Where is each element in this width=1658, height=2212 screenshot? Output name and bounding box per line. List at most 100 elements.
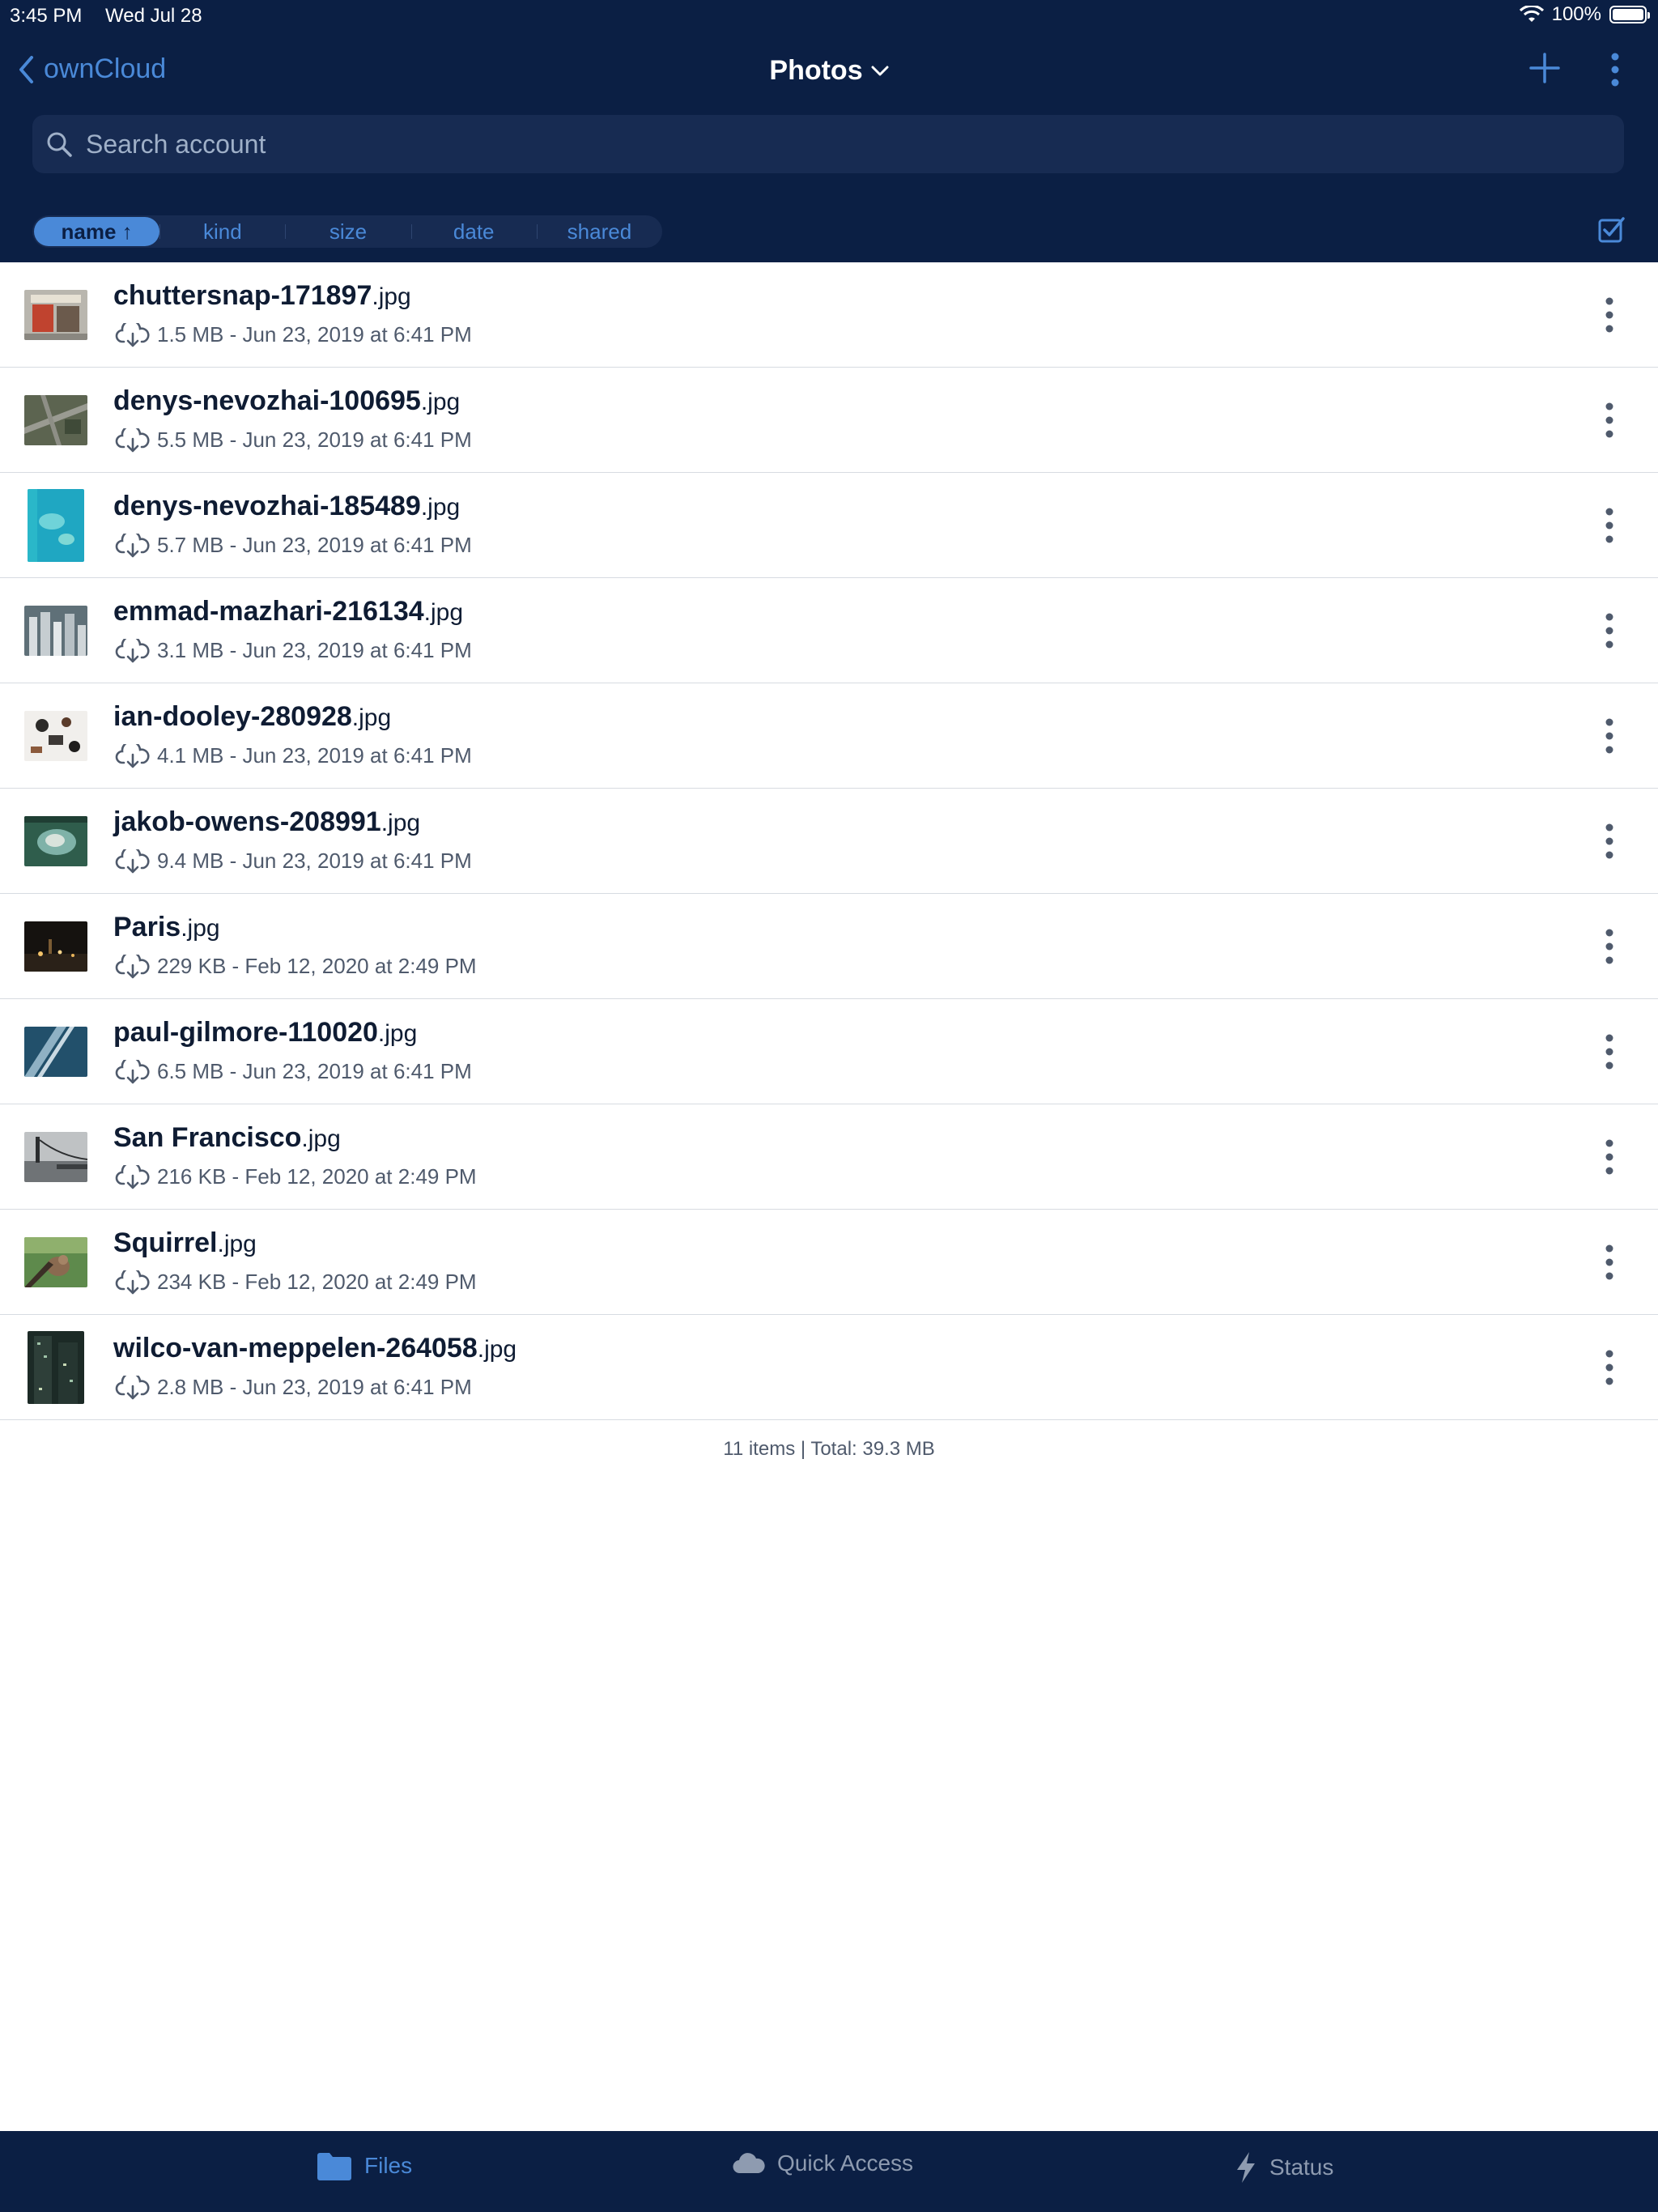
file-meta: 229 KB - Feb 12, 2020 at 2:49 PM xyxy=(115,954,477,979)
file-meta: 2.8 MB - Jun 23, 2019 at 6:41 PM xyxy=(115,1375,472,1400)
file-row[interactable]: denys-nevozhai-100695.jpg 5.5 MB - Jun 2… xyxy=(0,368,1658,473)
add-button[interactable] xyxy=(1528,52,1561,84)
file-name: Paris.jpg xyxy=(113,912,220,942)
thumbnail-image xyxy=(24,816,87,866)
row-more-button[interactable] xyxy=(1595,716,1624,756)
file-details: 2.8 MB - Jun 23, 2019 at 6:41 PM xyxy=(157,1375,472,1399)
file-name: chuttersnap-171897.jpg xyxy=(113,280,411,311)
file-meta: 5.5 MB - Jun 23, 2019 at 6:41 PM xyxy=(115,428,472,453)
file-meta: 6.5 MB - Jun 23, 2019 at 6:41 PM xyxy=(115,1059,472,1084)
cloud-download-icon xyxy=(115,533,150,557)
status-bar: 3:45 PM Wed Jul 28 100% xyxy=(0,0,1658,32)
file-details: 6.5 MB - Jun 23, 2019 at 6:41 PM xyxy=(157,1059,472,1083)
status-date: Wed Jul 28 xyxy=(105,5,202,27)
search-icon xyxy=(47,132,72,157)
row-more-button[interactable] xyxy=(1595,610,1624,651)
search-bar[interactable] xyxy=(32,115,1624,173)
file-row[interactable]: paul-gilmore-110020.jpg 6.5 MB - Jun 23,… xyxy=(0,999,1658,1104)
tab-files[interactable]: Files xyxy=(316,2150,412,2181)
row-more-button[interactable] xyxy=(1595,295,1624,335)
file-details: 5.7 MB - Jun 23, 2019 at 6:41 PM xyxy=(157,533,472,557)
cloud-download-icon xyxy=(115,322,150,347)
file-details: 5.5 MB - Jun 23, 2019 at 6:41 PM xyxy=(157,428,472,452)
thumbnail-image xyxy=(24,711,87,761)
battery-level xyxy=(1613,9,1643,20)
page-title: Photos xyxy=(769,55,863,86)
sort-by-size[interactable]: size xyxy=(285,217,410,246)
cloud-download-icon xyxy=(115,428,150,452)
file-row[interactable]: denys-nevozhai-185489.jpg 5.7 MB - Jun 2… xyxy=(0,473,1658,578)
row-more-button[interactable] xyxy=(1595,505,1624,546)
wifi-icon xyxy=(1519,6,1544,22)
thumbnail-image xyxy=(24,1132,87,1182)
file-details: 3.1 MB - Jun 23, 2019 at 6:41 PM xyxy=(157,638,472,662)
cloud-download-icon xyxy=(115,1164,150,1189)
cloud-download-icon xyxy=(115,743,150,768)
file-row[interactable]: jakob-owens-208991.jpg 9.4 MB - Jun 23, … xyxy=(0,789,1658,894)
file-name: San Francisco.jpg xyxy=(113,1122,341,1153)
file-name: jakob-owens-208991.jpg xyxy=(113,806,421,837)
bolt-icon xyxy=(1237,2152,1255,2183)
select-mode-icon[interactable] xyxy=(1596,215,1626,245)
search-input[interactable] xyxy=(84,128,1545,160)
file-row[interactable]: Paris.jpg 229 KB - Feb 12, 2020 at 2:49 … xyxy=(0,894,1658,999)
file-row[interactable]: wilco-van-meppelen-264058.jpg 2.8 MB - J… xyxy=(0,1315,1658,1420)
file-meta: 216 KB - Feb 12, 2020 at 2:49 PM xyxy=(115,1164,477,1189)
row-more-button[interactable] xyxy=(1595,1137,1624,1177)
battery-percent: 100% xyxy=(1551,3,1601,25)
sort-by-kind[interactable]: kind xyxy=(159,217,285,246)
cloud-download-icon xyxy=(115,1375,150,1399)
file-row[interactable]: ian-dooley-280928.jpg 4.1 MB - Jun 23, 2… xyxy=(0,683,1658,789)
tab-label: Files xyxy=(364,2153,413,2178)
tab-quick-access[interactable]: Quick Access xyxy=(732,2150,913,2176)
file-details: 9.4 MB - Jun 23, 2019 at 6:41 PM xyxy=(157,849,472,873)
file-details: 229 KB - Feb 12, 2020 at 2:49 PM xyxy=(157,954,477,978)
file-details: 234 KB - Feb 12, 2020 at 2:49 PM xyxy=(157,1270,477,1294)
cloud-download-icon xyxy=(115,954,150,978)
file-meta: 4.1 MB - Jun 23, 2019 at 6:41 PM xyxy=(115,743,472,768)
tab-label: Status xyxy=(1269,2155,1334,2180)
row-more-button[interactable] xyxy=(1595,400,1624,440)
file-row[interactable]: San Francisco.jpg 216 KB - Feb 12, 2020 … xyxy=(0,1104,1658,1210)
tab-label: Quick Access xyxy=(777,2150,914,2176)
sort-by-name[interactable]: name ↑ xyxy=(34,217,160,246)
folder-title-button[interactable]: Photos xyxy=(708,55,950,87)
file-list: chuttersnap-171897.jpg 1.5 MB - Jun 23, … xyxy=(0,262,1658,1420)
status-time: 3:45 PM xyxy=(10,5,83,27)
file-row[interactable]: Squirrel.jpg 234 KB - Feb 12, 2020 at 2:… xyxy=(0,1210,1658,1315)
sort-segmented-control: name ↑ kind size date shared xyxy=(32,215,662,248)
sort-by-shared[interactable]: shared xyxy=(536,217,662,246)
chevron-left-icon xyxy=(19,55,33,83)
back-button[interactable]: ownCloud xyxy=(18,53,166,85)
sort-by-date[interactable]: date xyxy=(410,217,537,246)
tab-status[interactable]: Status xyxy=(1234,2150,1333,2184)
thumbnail-image xyxy=(24,1027,87,1077)
file-details: 4.1 MB - Jun 23, 2019 at 6:41 PM xyxy=(157,743,472,768)
file-name: paul-gilmore-110020.jpg xyxy=(113,1017,418,1048)
file-details: 1.5 MB - Jun 23, 2019 at 6:41 PM xyxy=(157,322,472,347)
row-more-button[interactable] xyxy=(1595,1242,1624,1283)
row-more-button[interactable] xyxy=(1595,1347,1624,1388)
row-more-button[interactable] xyxy=(1595,926,1624,967)
file-name: Squirrel.jpg xyxy=(113,1227,257,1258)
file-name: denys-nevozhai-185489.jpg xyxy=(113,491,461,521)
row-more-button[interactable] xyxy=(1595,1032,1624,1072)
cloud-download-icon xyxy=(115,638,150,662)
navigation-bar: ownCloud Photos xyxy=(0,49,1658,97)
cloud-download-icon xyxy=(115,849,150,873)
cloud-download-icon xyxy=(115,1059,150,1083)
more-options-button[interactable] xyxy=(1603,52,1627,87)
battery-icon xyxy=(1609,6,1650,23)
row-more-button[interactable] xyxy=(1595,821,1624,861)
file-name: ian-dooley-280928.jpg xyxy=(113,701,392,732)
file-row[interactable]: emmad-mazhari-216134.jpg 3.1 MB - Jun 23… xyxy=(0,578,1658,683)
file-meta: 1.5 MB - Jun 23, 2019 at 6:41 PM xyxy=(115,322,472,347)
file-meta: 234 KB - Feb 12, 2020 at 2:49 PM xyxy=(115,1270,477,1295)
thumbnail-image xyxy=(24,1237,87,1287)
back-label: ownCloud xyxy=(44,53,167,84)
cloud-download-icon xyxy=(115,1270,150,1294)
file-row[interactable]: chuttersnap-171897.jpg 1.5 MB - Jun 23, … xyxy=(0,262,1658,368)
thumbnail-image xyxy=(24,290,87,340)
file-meta: 3.1 MB - Jun 23, 2019 at 6:41 PM xyxy=(115,638,472,663)
thumbnail-image xyxy=(24,606,87,656)
